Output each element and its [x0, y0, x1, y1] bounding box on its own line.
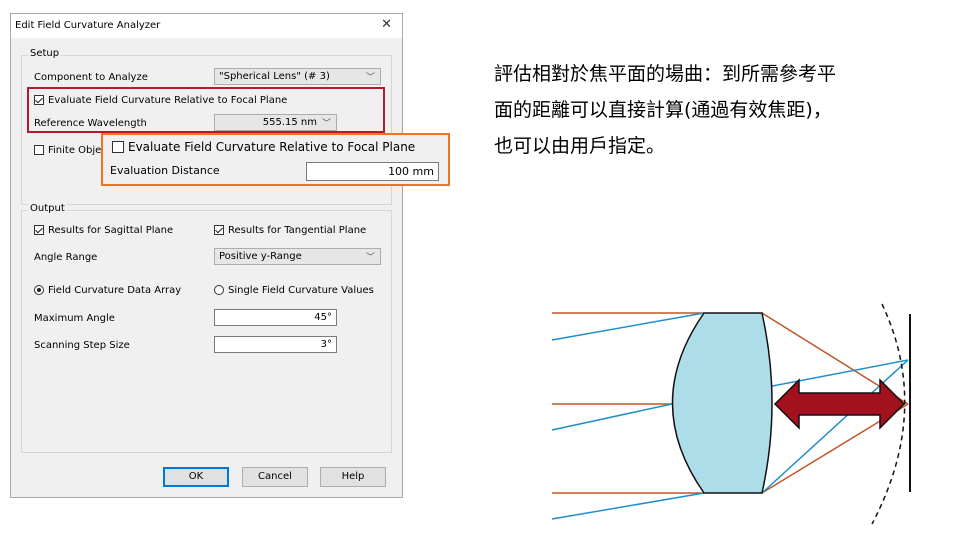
ray-blue-mid — [551, 403, 673, 431]
lens-shape — [671, 312, 773, 494]
distance-double-arrow — [773, 378, 906, 430]
lens-diagram — [551, 303, 911, 525]
ray-blue-top — [551, 312, 705, 341]
ray-blue-bottom — [551, 492, 705, 520]
ray-out-blue-bottom — [761, 359, 909, 494]
ray-out-blue-top — [761, 359, 909, 389]
